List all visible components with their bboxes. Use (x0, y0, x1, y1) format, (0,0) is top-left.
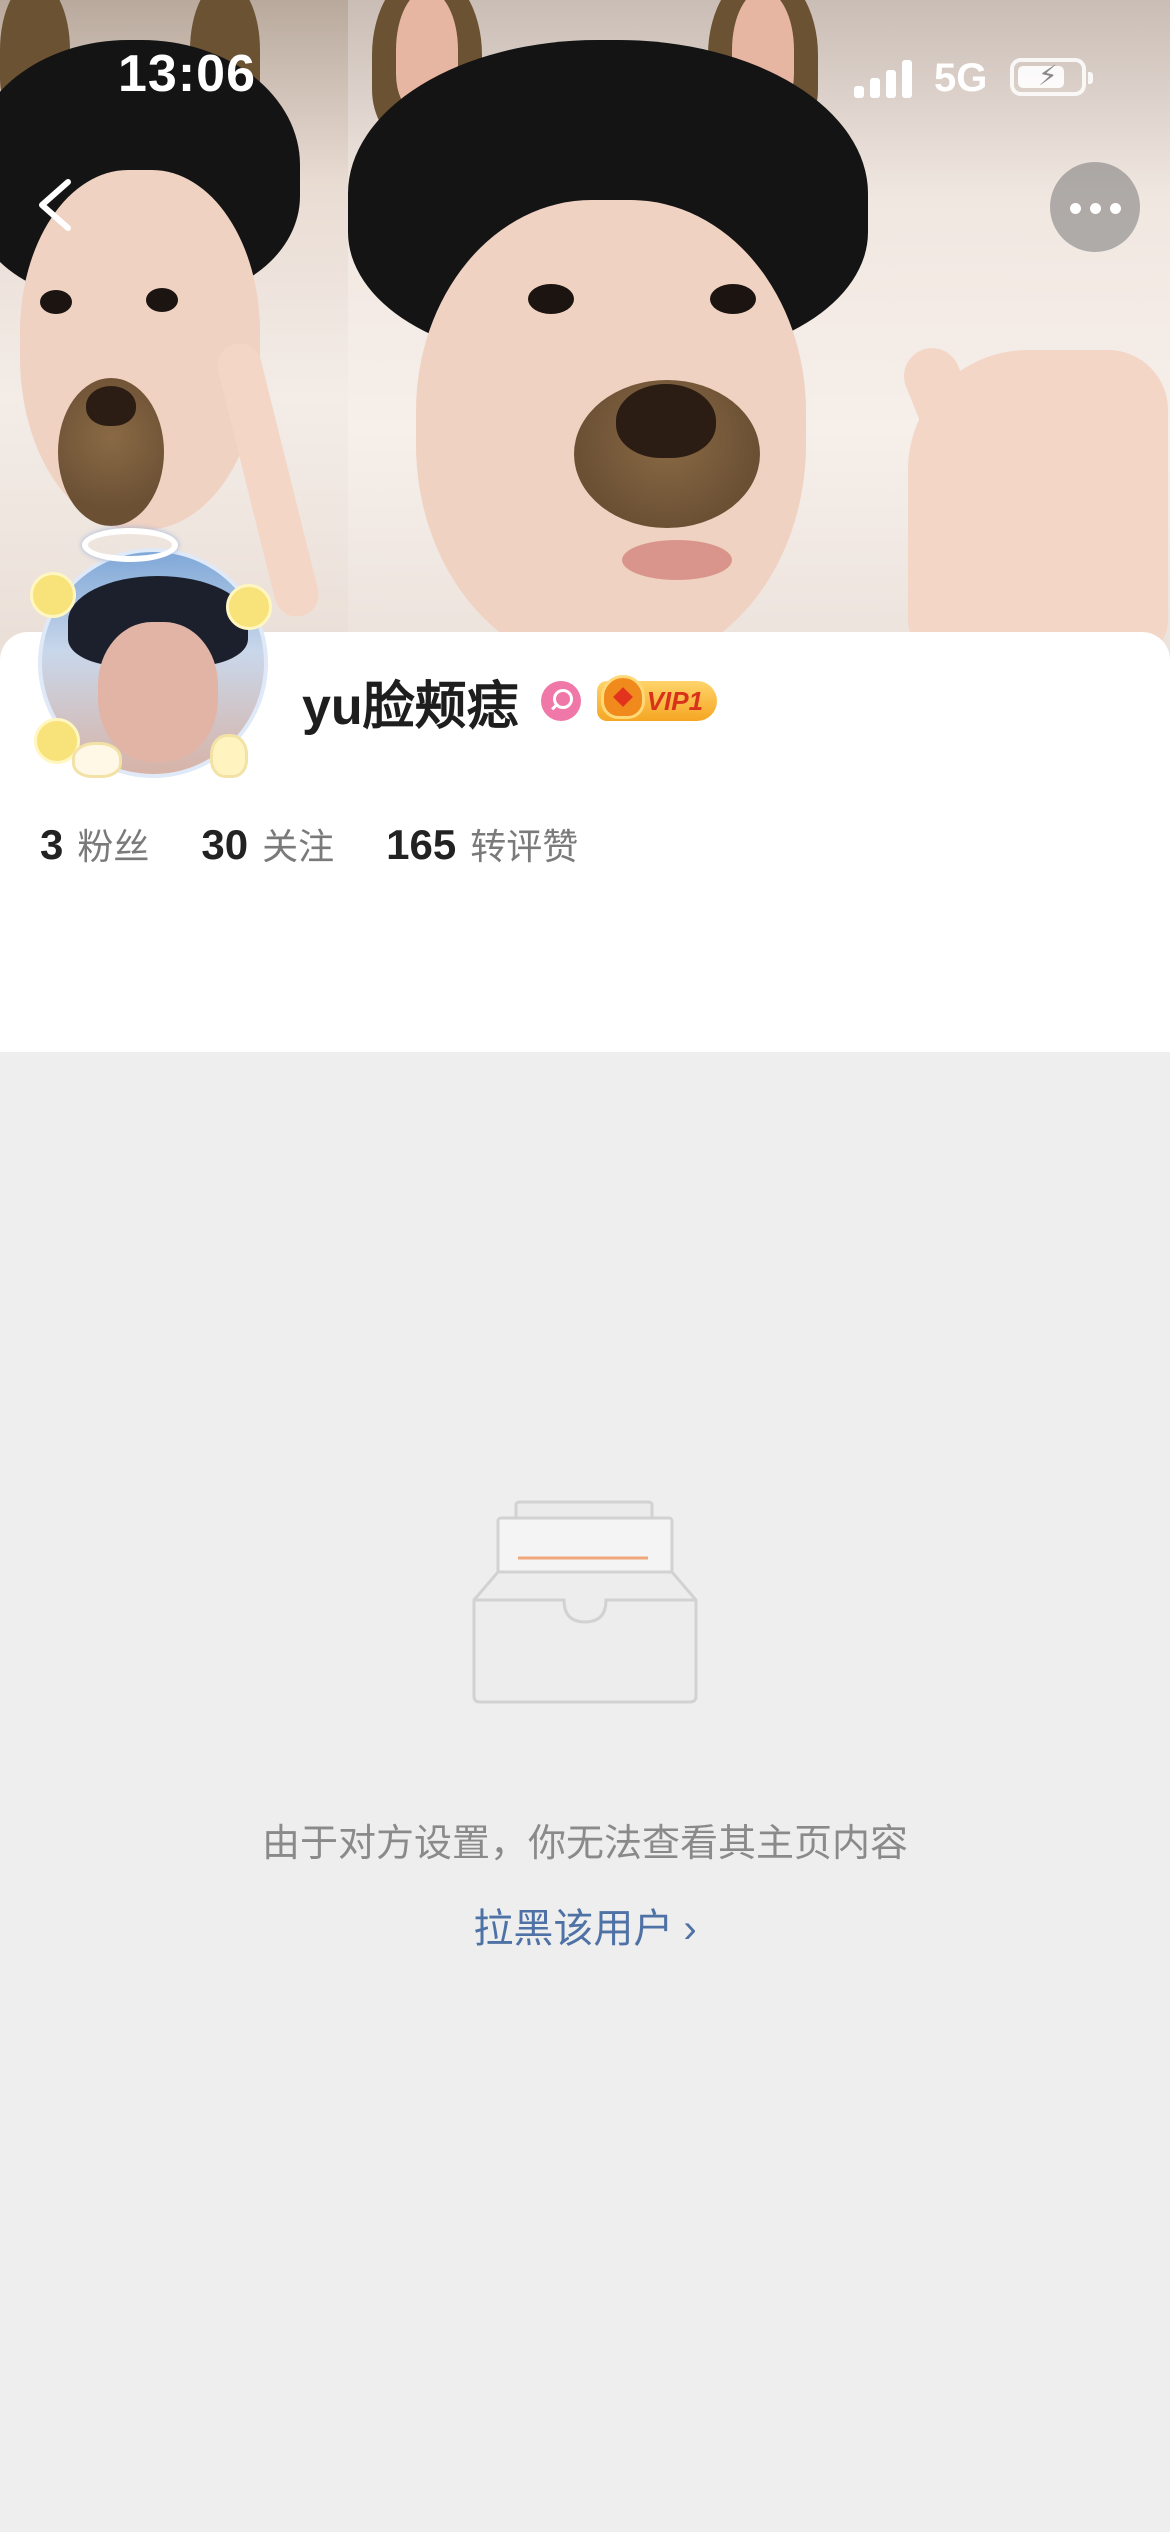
block-user-link[interactable]: 拉黑该用户 › (0, 1896, 1170, 1954)
eye (710, 284, 756, 314)
empty-state-message: 由于对方设置，你无法查看其主页内容 (261, 1823, 908, 1865)
eye (146, 288, 178, 312)
back-arrow-icon (39, 179, 71, 231)
eye (40, 290, 72, 314)
network-type: 5G (934, 56, 988, 100)
stat-value: 30 (201, 821, 249, 868)
stat-value: 3 (40, 821, 64, 868)
avatar[interactable] (30, 528, 280, 790)
stat-label: 转评赞 (470, 826, 579, 867)
stat-value: 165 (386, 821, 457, 868)
female-gender-icon (540, 681, 581, 721)
more-icon (1070, 203, 1081, 214)
cellular-signal-icon (854, 58, 916, 98)
empty-box-icon (470, 1500, 700, 1705)
avatar-frame-lemon (226, 584, 272, 630)
avatar-frame-lemon (30, 572, 76, 618)
charging-bolt-icon: ⚡ (1038, 60, 1058, 91)
dog-nose-tip (616, 384, 716, 458)
more-button[interactable] (1050, 162, 1140, 252)
username: yu脸颊痣 (302, 677, 519, 736)
lips (622, 540, 732, 580)
stat-followers[interactable]: 3 粉丝 (40, 818, 149, 870)
block-user-label: 拉黑该用户 (473, 1907, 674, 1951)
dog-nose-tip (86, 386, 136, 426)
vip-label: VIP1 (646, 685, 704, 716)
vip-badge[interactable]: VIP1 (596, 675, 718, 721)
battery-icon: ⚡ (1010, 58, 1093, 96)
avatar-frame-cat (72, 742, 122, 778)
status-time: 13:06 (118, 45, 256, 103)
stat-interactions[interactable]: 165 转评赞 (386, 818, 578, 870)
stat-label: 关注 (262, 826, 335, 867)
vip-crown-icon (600, 675, 645, 719)
eye (528, 284, 574, 314)
chevron-right-icon: › (683, 1907, 697, 1951)
status-bar: 13:06 5G ⚡ (0, 0, 1170, 150)
back-button[interactable] (26, 170, 86, 240)
profile-name-row: yu脸颊痣 VIP1 (302, 666, 718, 736)
profile-stats: 3 粉丝 30 关注 165 转评赞 (40, 818, 630, 878)
stat-following[interactable]: 30 关注 (201, 818, 334, 870)
avatar-frame-halo (82, 528, 178, 562)
avatar-frame-drink (210, 734, 248, 778)
stat-label: 粉丝 (77, 826, 150, 867)
